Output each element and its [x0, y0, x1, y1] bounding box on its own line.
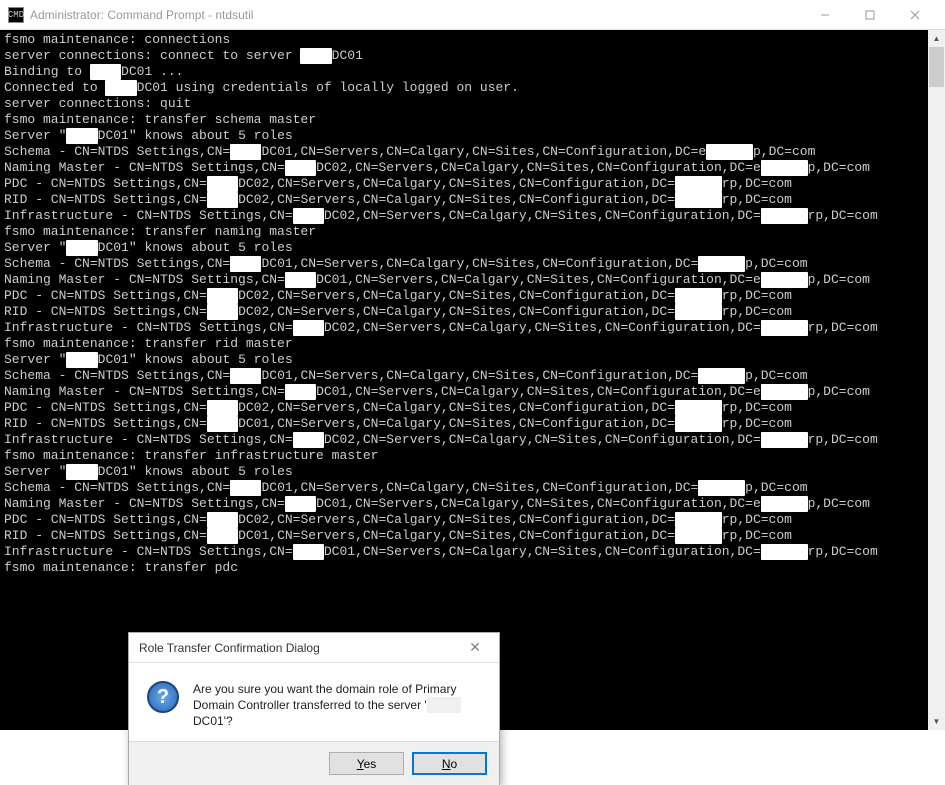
dialog-title: Role Transfer Confirmation Dialog [139, 641, 461, 655]
terminal-line: fsmo maintenance: transfer schema master [4, 112, 941, 128]
terminal-scrollbar[interactable]: ▲ ▼ [928, 30, 945, 730]
yes-button[interactable]: Yes [329, 752, 404, 775]
terminal-line: RID - CN=NTDS Settings,CN= DC02,CN=Serve… [4, 192, 941, 208]
scroll-up-icon[interactable]: ▲ [928, 30, 945, 47]
terminal-line: Binding to DC01 ... [4, 64, 941, 80]
terminal-line: Naming Master - CN=NTDS Settings,CN= DC0… [4, 384, 941, 400]
cmd-icon: CMD [8, 7, 24, 23]
maximize-button[interactable] [847, 0, 892, 30]
terminal-line: Infrastructure - CN=NTDS Settings,CN= DC… [4, 432, 941, 448]
terminal-line: Infrastructure - CN=NTDS Settings,CN= DC… [4, 320, 941, 336]
scroll-thumb[interactable] [929, 47, 944, 87]
terminal-line: fsmo maintenance: connections [4, 32, 941, 48]
dialog-titlebar: Role Transfer Confirmation Dialog ✕ [129, 633, 499, 663]
terminal-line: Server " DC01" knows about 5 roles [4, 128, 941, 144]
terminal-line: Naming Master - CN=NTDS Settings,CN= DC0… [4, 496, 941, 512]
terminal-line: fsmo maintenance: transfer infrastructur… [4, 448, 941, 464]
question-icon: ? [147, 681, 179, 713]
terminal-line: PDC - CN=NTDS Settings,CN= DC02,CN=Serve… [4, 288, 941, 304]
terminal-line: fsmo maintenance: transfer rid master [4, 336, 941, 352]
terminal-line: Schema - CN=NTDS Settings,CN= DC01,CN=Se… [4, 480, 941, 496]
terminal-line: PDC - CN=NTDS Settings,CN= DC02,CN=Serve… [4, 400, 941, 416]
no-button[interactable]: No [412, 752, 487, 775]
terminal-line: Schema - CN=NTDS Settings,CN= DC01,CN=Se… [4, 144, 941, 160]
terminal-line: RID - CN=NTDS Settings,CN= DC02,CN=Serve… [4, 304, 941, 320]
dialog-close-button[interactable]: ✕ [461, 639, 489, 656]
confirmation-dialog: Role Transfer Confirmation Dialog ✕ ? Ar… [128, 632, 500, 785]
terminal-line: Server " DC01" knows about 5 roles [4, 240, 941, 256]
window-title: Administrator: Command Prompt - ntdsutil [30, 8, 802, 22]
terminal-line: RID - CN=NTDS Settings,CN= DC01,CN=Serve… [4, 528, 941, 544]
terminal-line: RID - CN=NTDS Settings,CN= DC01,CN=Serve… [4, 416, 941, 432]
terminal-line: Server " DC01" knows about 5 roles [4, 464, 941, 480]
terminal-line: Infrastructure - CN=NTDS Settings,CN= DC… [4, 208, 941, 224]
terminal-line: server connections: quit [4, 96, 941, 112]
terminal-line: Schema - CN=NTDS Settings,CN= DC01,CN=Se… [4, 368, 941, 384]
terminal-line: Naming Master - CN=NTDS Settings,CN= DC0… [4, 160, 941, 176]
minimize-button[interactable] [802, 0, 847, 30]
terminal-line: Server " DC01" knows about 5 roles [4, 352, 941, 368]
terminal-line: server connections: connect to server DC… [4, 48, 941, 64]
dialog-message: Are you sure you want the domain role of… [193, 681, 481, 731]
terminal-line: Schema - CN=NTDS Settings,CN= DC01,CN=Se… [4, 256, 941, 272]
terminal-line: Connected to DC01 using credentials of l… [4, 80, 941, 96]
terminal-line: Naming Master - CN=NTDS Settings,CN= DC0… [4, 272, 941, 288]
terminal-line: fsmo maintenance: transfer pdc [4, 560, 941, 576]
terminal-line: Infrastructure - CN=NTDS Settings,CN= DC… [4, 544, 941, 560]
terminal-output[interactable]: fsmo maintenance: connectionsserver conn… [0, 30, 945, 730]
terminal-line: PDC - CN=NTDS Settings,CN= DC02,CN=Serve… [4, 512, 941, 528]
close-button[interactable] [892, 0, 937, 30]
scroll-down-icon[interactable]: ▼ [928, 713, 945, 730]
terminal-line: fsmo maintenance: transfer naming master [4, 224, 941, 240]
terminal-line: PDC - CN=NTDS Settings,CN= DC02,CN=Serve… [4, 176, 941, 192]
window-titlebar: CMD Administrator: Command Prompt - ntds… [0, 0, 945, 30]
